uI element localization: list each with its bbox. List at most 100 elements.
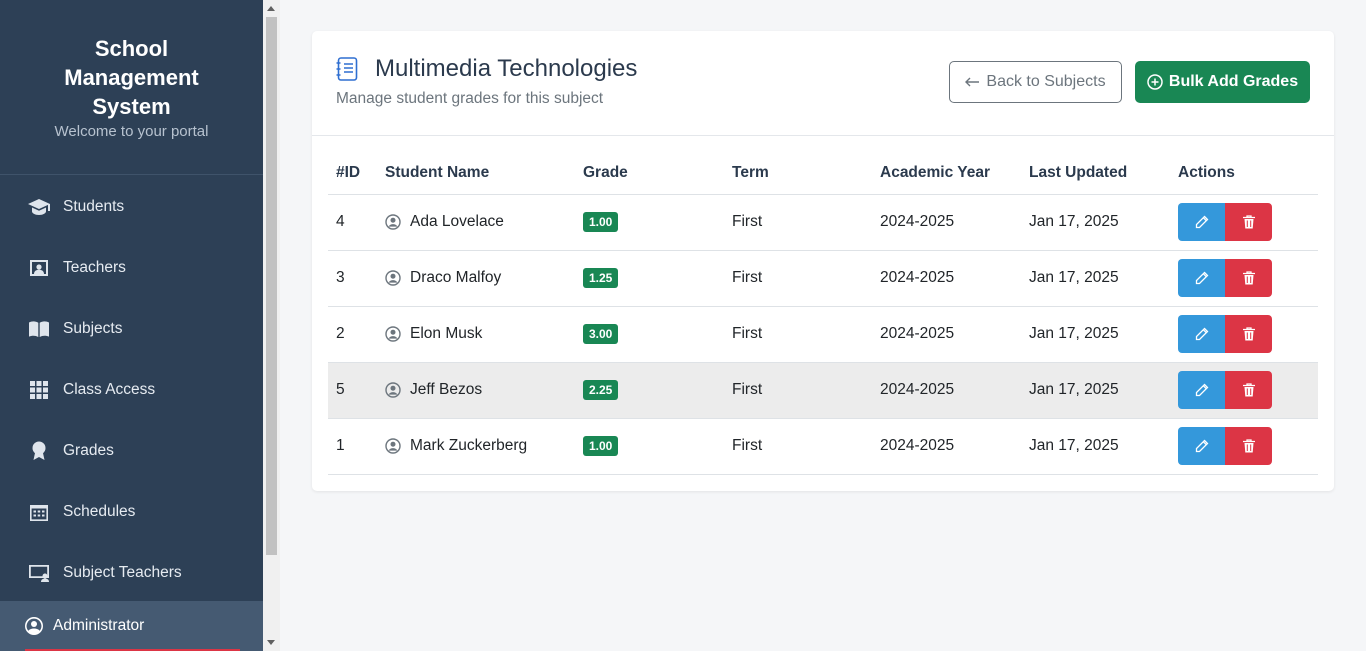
cell-actions xyxy=(1170,362,1318,419)
cell-last-updated: Jan 17, 2025 xyxy=(1021,250,1170,307)
sidebar-item-class-access[interactable]: Class Access xyxy=(0,359,263,420)
edit-button[interactable] xyxy=(1178,203,1225,241)
cell-term: First xyxy=(724,306,872,363)
cell-id: 3 xyxy=(328,250,377,307)
user-circle-icon xyxy=(385,326,401,342)
cell-student: Elon Musk xyxy=(377,306,575,363)
sidebar-item-label: Class Access xyxy=(63,380,156,398)
graduation-cap-icon xyxy=(28,196,50,218)
grade-badge: 1.00 xyxy=(583,436,619,456)
sidebar-item-subject-teachers[interactable]: Subject Teachers xyxy=(0,542,263,603)
delete-button[interactable] xyxy=(1225,203,1272,241)
bulk-add-grades-button[interactable]: Bulk Add Grades xyxy=(1135,61,1310,103)
cell-term: First xyxy=(724,362,872,419)
pencil-icon xyxy=(1195,215,1208,229)
cell-academic-year: 2024-2025 xyxy=(872,194,1021,251)
cell-student: Jeff Bezos xyxy=(377,362,575,419)
delete-button[interactable] xyxy=(1225,259,1272,297)
scroll-up-arrow[interactable] xyxy=(267,6,275,11)
trash-icon xyxy=(1242,215,1255,229)
cell-last-updated: Jan 17, 2025 xyxy=(1021,194,1170,251)
cell-academic-year: 2024-2025 xyxy=(872,362,1021,419)
brand-title-line: School xyxy=(94,36,169,61)
trash-icon xyxy=(1242,439,1255,453)
user-menu[interactable]: Administrator xyxy=(0,601,263,651)
table-row: 4 Ada Lovelace 1.00 First 2024-2025 Jan … xyxy=(328,194,1318,251)
cell-id: 2 xyxy=(328,306,377,363)
pencil-icon xyxy=(1195,439,1208,453)
user-circle-icon xyxy=(385,438,401,454)
edit-button[interactable] xyxy=(1178,371,1225,409)
table-row: 3 Draco Malfoy 1.25 First 2024-2025 Jan … xyxy=(328,250,1318,307)
cell-last-updated: Jan 17, 2025 xyxy=(1021,362,1170,419)
delete-button[interactable] xyxy=(1225,315,1272,353)
cell-academic-year: 2024-2025 xyxy=(872,250,1021,307)
edit-button[interactable] xyxy=(1178,315,1225,353)
cell-actions xyxy=(1170,418,1318,475)
grade-badge: 1.00 xyxy=(583,212,619,232)
grade-badge: 2.25 xyxy=(583,380,619,400)
cell-grade: 1.25 xyxy=(575,250,724,307)
pencil-icon xyxy=(1195,327,1208,341)
cell-id: 5 xyxy=(328,362,377,419)
scroll-down-arrow[interactable] xyxy=(267,640,275,645)
sidebar-item-label: Schedules xyxy=(63,502,136,520)
grade-badge: 1.25 xyxy=(583,268,619,288)
delete-button[interactable] xyxy=(1225,371,1272,409)
trash-icon xyxy=(1242,327,1255,341)
teacher-board-icon xyxy=(28,257,50,279)
edit-button[interactable] xyxy=(1178,259,1225,297)
cell-actions xyxy=(1170,194,1318,251)
user-circle-icon xyxy=(385,214,401,230)
edit-button[interactable] xyxy=(1178,427,1225,465)
sidebar-scrollbar[interactable] xyxy=(263,0,280,651)
sidebar-item-schedules[interactable]: Schedules xyxy=(0,481,263,542)
cell-actions xyxy=(1170,306,1318,363)
pencil-icon xyxy=(1195,271,1208,285)
sidebar-item-label: Students xyxy=(63,197,125,215)
cell-grade: 1.00 xyxy=(575,418,724,475)
delete-button[interactable] xyxy=(1225,427,1272,465)
brand-subtitle: Welcome to your portal xyxy=(54,123,209,140)
award-icon xyxy=(28,440,50,462)
pencil-icon xyxy=(1195,383,1208,397)
column-header-grade: Grade xyxy=(575,152,724,195)
book-icon xyxy=(28,318,50,340)
student-name: Draco Malfoy xyxy=(410,269,502,286)
column-header-term: Term xyxy=(724,152,872,195)
page-subtitle: Manage student grades for this subject xyxy=(336,90,604,107)
cell-term: First xyxy=(724,250,872,307)
student-name: Elon Musk xyxy=(410,325,483,342)
cell-academic-year: 2024-2025 xyxy=(872,306,1021,363)
calendar-icon xyxy=(28,501,50,523)
table-row: 1 Mark Zuckerberg 1.00 First 2024-2025 J… xyxy=(328,418,1318,475)
user-circle-icon xyxy=(385,270,401,286)
cell-student: Ada Lovelace xyxy=(377,194,575,251)
arrow-left-icon xyxy=(965,77,980,87)
sidebar-item-teachers[interactable]: Teachers xyxy=(0,237,263,298)
sidebar-item-label: Teachers xyxy=(63,258,126,276)
card-header: Multimedia Technologies Manage student g… xyxy=(312,31,1334,136)
table-header-row: #ID Student Name Grade Term Academic Yea… xyxy=(328,152,1318,195)
bulk-button-label: Bulk Add Grades xyxy=(1168,73,1299,90)
grades-table: #ID Student Name Grade Term Academic Yea… xyxy=(328,152,1318,475)
grades-card: Multimedia Technologies Manage student g… xyxy=(312,31,1334,491)
user-circle-icon xyxy=(23,615,45,637)
grade-badge: 3.00 xyxy=(583,324,619,344)
cell-last-updated: Jan 17, 2025 xyxy=(1021,418,1170,475)
table-row: 2 Elon Musk 3.00 First 2024-2025 Jan 17,… xyxy=(328,306,1318,363)
plus-circle-icon xyxy=(1147,74,1163,90)
student-name: Mark Zuckerberg xyxy=(410,437,528,454)
brand-title-line: Management xyxy=(64,65,199,90)
sidebar-item-label: Grades xyxy=(63,441,114,459)
scroll-thumb[interactable] xyxy=(266,17,277,555)
cell-grade: 3.00 xyxy=(575,306,724,363)
brand-title: School Management System xyxy=(0,34,263,121)
cell-student: Draco Malfoy xyxy=(377,250,575,307)
column-header-id: #ID xyxy=(328,152,377,195)
sidebar-item-subjects[interactable]: Subjects xyxy=(0,298,263,359)
sidebar-item-students[interactable]: Students xyxy=(0,176,263,237)
cell-actions xyxy=(1170,250,1318,307)
sidebar-item-grades[interactable]: Grades xyxy=(0,420,263,481)
back-to-subjects-button[interactable]: Back to Subjects xyxy=(949,61,1122,103)
